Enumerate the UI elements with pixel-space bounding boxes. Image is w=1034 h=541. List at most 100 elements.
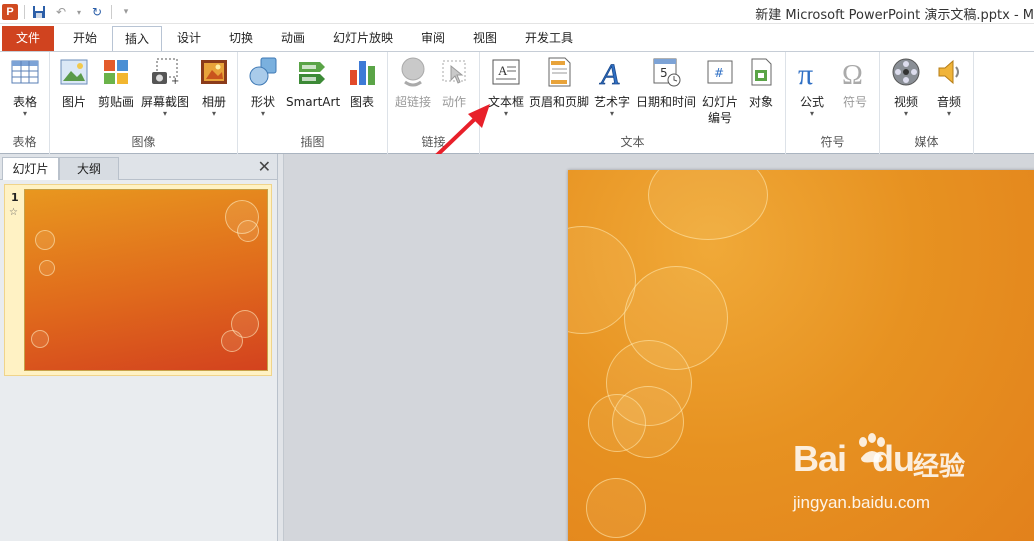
textbox-icon: A: [490, 56, 522, 88]
wordart-button[interactable]: A 艺术字 ▾: [592, 56, 632, 118]
bokeh-circle: [237, 220, 259, 242]
screenshot-button[interactable]: + 屏幕截图 ▾: [140, 56, 190, 118]
symbol-icon: Ω: [839, 56, 871, 91]
group-text: A 文本框 ▾ 页眉和页脚 A 艺术字 ▾ 5 日期和时间 # 幻灯片 编号 对…: [480, 52, 786, 154]
window-title: 新建 Microsoft PowerPoint 演示文稿.pptx - M: [755, 8, 1034, 23]
group-label-table: 表格: [12, 135, 37, 149]
paw-icon: [859, 433, 885, 463]
wordart-icon: A: [596, 56, 628, 92]
smartart-icon: [296, 56, 328, 88]
bokeh-circle: [221, 330, 243, 352]
svg-text:#: #: [714, 66, 724, 80]
group-symbols: π 公式 ▾ Ω 符号 符号: [786, 52, 880, 154]
table-button[interactable]: 表格 ▾: [6, 56, 44, 118]
baidu-watermark: Bai du 经验 jingyan.baidu.com: [793, 430, 993, 520]
screenshot-icon: +: [149, 56, 181, 88]
clipart-button[interactable]: 剪贴画: [96, 56, 136, 110]
chevron-down-icon: ▾: [946, 109, 951, 118]
slide-number-icon: #: [704, 56, 736, 88]
tab-file[interactable]: 文件: [2, 26, 54, 51]
datetime-button[interactable]: 5 日期和时间: [634, 56, 698, 110]
chart-button[interactable]: 图表: [344, 56, 380, 110]
tab-transitions[interactable]: 切换: [218, 26, 264, 51]
action-icon: [438, 56, 470, 88]
slide-thumbnail[interactable]: [24, 189, 268, 371]
equation-icon: π: [796, 56, 828, 91]
close-icon[interactable]: ✕: [258, 157, 271, 176]
equation-button[interactable]: π 公式 ▾: [792, 56, 832, 118]
slides-panel: 幻灯片 大纲 ✕ 1 ☆: [0, 154, 278, 541]
svg-text:π: π: [798, 58, 813, 88]
chevron-down-icon: ▾: [22, 109, 27, 118]
audio-icon: [933, 56, 965, 88]
group-label-images: 图像: [131, 135, 156, 149]
qat-separator: [24, 5, 25, 19]
tab-slideshow[interactable]: 幻灯片放映: [324, 26, 402, 51]
slide-thumbnail-item[interactable]: 1 ☆: [4, 184, 272, 376]
video-icon: [890, 56, 922, 88]
hyperlink-icon: [397, 56, 429, 88]
tab-home[interactable]: 开始: [62, 26, 108, 51]
quick-access-toolbar: P ↶ ▾ ↻ ▾: [2, 2, 134, 22]
audio-button[interactable]: 音频 ▾: [930, 56, 968, 118]
chevron-down-icon: ▾: [809, 109, 814, 118]
powerpoint-app-icon[interactable]: P: [2, 4, 18, 20]
tab-developer[interactable]: 开发工具: [516, 26, 582, 51]
chart-icon: [346, 56, 378, 88]
group-images: 图片 剪贴画 + 屏幕截图 ▾ 相册 ▾ 图像: [50, 52, 238, 154]
watermark-url: jingyan.baidu.com: [793, 493, 931, 512]
video-button[interactable]: 视频 ▾: [886, 56, 926, 118]
undo-icon[interactable]: ↶: [53, 4, 69, 20]
save-icon[interactable]: [31, 4, 47, 20]
bokeh-circle: [31, 330, 49, 348]
table-icon: [9, 56, 41, 88]
header-footer-button[interactable]: 页眉和页脚: [528, 56, 590, 110]
shapes-button[interactable]: 形状 ▾: [244, 56, 282, 118]
svg-text:A: A: [599, 58, 620, 88]
clipart-icon: [100, 56, 132, 88]
object-icon: [745, 56, 777, 88]
smartart-button[interactable]: SmartArt: [286, 56, 340, 110]
undo-dropdown-icon[interactable]: ▾: [75, 4, 83, 20]
tab-insert[interactable]: 插入: [112, 26, 162, 51]
customize-qat-icon[interactable]: ▾: [118, 4, 134, 20]
bokeh-circle: [588, 394, 646, 452]
picture-icon: [58, 56, 90, 88]
qat-separator: [111, 5, 112, 19]
watermark-cn: 经验: [913, 452, 966, 482]
tab-review[interactable]: 审阅: [410, 26, 456, 51]
bokeh-circle: [648, 170, 768, 240]
tab-design[interactable]: 设计: [166, 26, 212, 51]
group-label-media: 媒体: [914, 135, 939, 149]
group-label-text: 文本: [620, 135, 645, 149]
svg-text:A: A: [498, 63, 508, 78]
chevron-down-icon: ▾: [609, 109, 614, 118]
symbol-button[interactable]: Ω 符号: [836, 56, 874, 110]
tab-animations[interactable]: 动画: [270, 26, 316, 51]
header-footer-icon: [543, 56, 575, 88]
tab-outline[interactable]: 大纲: [59, 157, 119, 180]
shapes-icon: [247, 56, 279, 88]
group-illustrations: 形状 ▾ SmartArt 图表 插图: [238, 52, 388, 154]
ribbon-insert: 表格 ▾ 表格 图片 剪贴画 + 屏幕截图 ▾ 相册 ▾ 图像 形状 ▾ Sma…: [0, 51, 1034, 154]
redo-icon[interactable]: ↻: [89, 4, 105, 20]
datetime-icon: 5: [650, 56, 682, 88]
object-button[interactable]: 对象: [742, 56, 780, 110]
tab-view[interactable]: 视图: [462, 26, 508, 51]
tab-slides[interactable]: 幻灯片: [2, 157, 59, 180]
bokeh-circle: [586, 478, 646, 538]
chevron-down-icon: ▾: [211, 109, 216, 118]
svg-text:+: +: [171, 76, 179, 87]
bokeh-circle: [35, 230, 55, 250]
baidu-logo: Bai du: [793, 438, 915, 479]
animation-star-icon: ☆: [9, 207, 18, 218]
picture-button[interactable]: 图片: [56, 56, 92, 110]
ribbon-tabs: 文件 开始 插入 设计 切换 动画 幻灯片放映 审阅 视图 开发工具: [0, 24, 1034, 51]
chevron-down-icon: ▾: [260, 109, 265, 118]
group-label-symbols: 符号: [820, 135, 845, 149]
group-media: 视频 ▾ 音频 ▾ 媒体: [880, 52, 974, 154]
bokeh-circle: [39, 260, 55, 276]
chevron-down-icon: ▾: [903, 109, 908, 118]
album-button[interactable]: 相册 ▾: [196, 56, 232, 118]
slide-number-button[interactable]: # 幻灯片 编号: [698, 56, 742, 126]
